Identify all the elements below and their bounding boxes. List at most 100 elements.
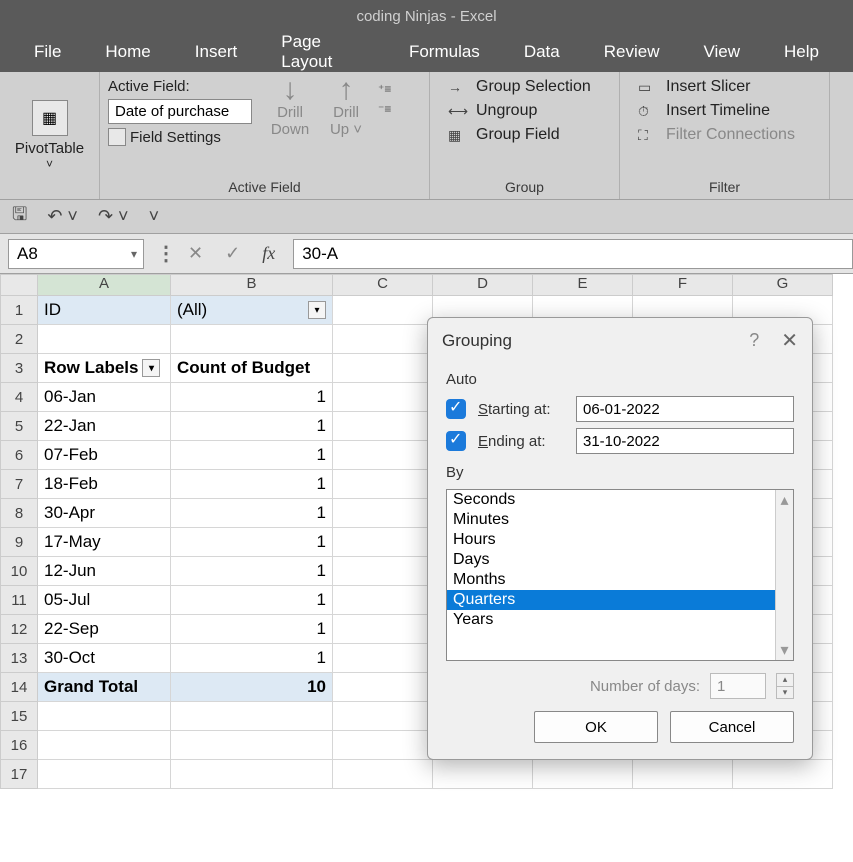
chevron-down-icon[interactable]: ▾ <box>131 247 137 261</box>
menu-view[interactable]: View <box>681 34 762 70</box>
row-header[interactable]: 11 <box>0 586 38 615</box>
redo-icon[interactable]: ↷ ˅ <box>98 206 129 227</box>
group-selection-button[interactable]: → Group Selection <box>448 78 591 96</box>
cell[interactable] <box>333 325 433 354</box>
cell[interactable]: 1 <box>171 557 333 586</box>
by-option[interactable]: Months <box>447 570 793 590</box>
insert-timeline-button[interactable]: ⏱ Insert Timeline <box>638 102 795 120</box>
close-icon[interactable]: ✕ <box>781 328 798 353</box>
save-icon[interactable]: 🖫 <box>12 202 27 232</box>
cell[interactable]: 30-Apr <box>38 499 171 528</box>
cell[interactable] <box>333 470 433 499</box>
cell[interactable]: 1 <box>171 644 333 673</box>
help-icon[interactable]: ? <box>749 330 759 351</box>
cell[interactable]: Grand Total <box>38 673 171 702</box>
cell[interactable] <box>733 760 833 789</box>
cell[interactable]: 30-Oct <box>38 644 171 673</box>
menu-home[interactable]: Home <box>83 34 172 70</box>
cell[interactable] <box>171 760 333 789</box>
row-header[interactable]: 7 <box>0 470 38 499</box>
field-settings-button[interactable]: Field Settings <box>108 128 252 146</box>
cell[interactable] <box>333 586 433 615</box>
cell[interactable]: 06-Jan <box>38 383 171 412</box>
cell[interactable] <box>333 702 433 731</box>
cell[interactable] <box>38 325 171 354</box>
cell[interactable] <box>171 702 333 731</box>
row-header[interactable]: 1 <box>0 296 38 325</box>
col-header-b[interactable]: B <box>171 274 333 296</box>
starting-at-checkbox[interactable] <box>446 399 466 419</box>
cell[interactable]: 22-Jan <box>38 412 171 441</box>
customize-qat-icon[interactable]: ˅ <box>149 206 160 227</box>
starting-at-input[interactable] <box>576 396 794 422</box>
cell[interactable] <box>171 731 333 760</box>
cell[interactable] <box>333 615 433 644</box>
cell[interactable] <box>333 441 433 470</box>
scroll-up-icon[interactable]: ▴ <box>780 490 788 510</box>
cell[interactable] <box>333 673 433 702</box>
group-field-button[interactable]: ▦ Group Field <box>448 126 591 144</box>
col-header-e[interactable]: E <box>533 274 633 296</box>
cell[interactable] <box>38 702 171 731</box>
name-box[interactable]: A8 ▾ <box>8 239 144 269</box>
cell[interactable]: 1 <box>171 383 333 412</box>
drill-down-button[interactable]: ↓ DrillDown <box>262 76 318 138</box>
expand-collapse-buttons[interactable]: ⁺≡ ⁻≡ <box>374 76 391 116</box>
col-header-f[interactable]: F <box>633 274 733 296</box>
ending-at-checkbox[interactable] <box>446 431 466 451</box>
cell[interactable]: 1 <box>171 499 333 528</box>
cell[interactable]: 1 <box>171 528 333 557</box>
undo-icon[interactable]: ↶ ˅ <box>47 206 78 227</box>
cell[interactable]: 17-May <box>38 528 171 557</box>
col-header-a[interactable]: A <box>38 274 171 296</box>
filter-dropdown-icon[interactable]: ▾ <box>308 301 326 319</box>
cell[interactable]: ID <box>38 296 171 325</box>
active-field-input[interactable] <box>108 99 252 124</box>
cell[interactable] <box>171 325 333 354</box>
row-header[interactable]: 10 <box>0 557 38 586</box>
row-header[interactable]: 12 <box>0 615 38 644</box>
row-header[interactable]: 14 <box>0 673 38 702</box>
cell[interactable] <box>333 760 433 789</box>
cell[interactable]: Count of Budget <box>171 354 333 383</box>
by-option[interactable]: Quarters <box>447 590 793 610</box>
row-header[interactable]: 9 <box>0 528 38 557</box>
cell[interactable] <box>533 760 633 789</box>
cell[interactable]: 18-Feb <box>38 470 171 499</box>
cell[interactable] <box>633 760 733 789</box>
scroll-down-icon[interactable]: ▾ <box>780 640 788 660</box>
cell[interactable] <box>333 383 433 412</box>
by-option[interactable]: Minutes <box>447 510 793 530</box>
cell[interactable]: 05-Jul <box>38 586 171 615</box>
cell[interactable] <box>38 731 171 760</box>
row-header[interactable]: 8 <box>0 499 38 528</box>
row-header[interactable]: 6 <box>0 441 38 470</box>
row-header[interactable]: 17 <box>0 760 38 789</box>
cell[interactable] <box>433 760 533 789</box>
cell[interactable]: 22-Sep <box>38 615 171 644</box>
cancel-formula-icon[interactable]: ✕ <box>188 243 203 264</box>
col-header-g[interactable]: G <box>733 274 833 296</box>
cell[interactable] <box>333 528 433 557</box>
filter-connections-button[interactable]: ⛶ Filter Connections <box>638 126 795 144</box>
resize-handle[interactable]: ⋮ <box>156 241 176 266</box>
cell[interactable]: 10 <box>171 673 333 702</box>
cell[interactable] <box>333 296 433 325</box>
cell[interactable] <box>333 644 433 673</box>
ending-at-input[interactable] <box>576 428 794 454</box>
cell[interactable]: Row Labels▾ <box>38 354 171 383</box>
row-header[interactable]: 4 <box>0 383 38 412</box>
by-option[interactable]: Seconds <box>447 490 793 510</box>
row-header[interactable]: 15 <box>0 702 38 731</box>
by-option[interactable]: Years <box>447 610 793 630</box>
row-header[interactable]: 3 <box>0 354 38 383</box>
drill-up-button[interactable]: ↑ DrillUp ˅ <box>318 76 374 138</box>
cell[interactable]: 1 <box>171 441 333 470</box>
row-header[interactable]: 2 <box>0 325 38 354</box>
cell[interactable] <box>333 354 433 383</box>
ok-button[interactable]: OK <box>534 711 658 743</box>
row-header[interactable]: 5 <box>0 412 38 441</box>
by-option[interactable]: Hours <box>447 530 793 550</box>
cell[interactable]: 12-Jun <box>38 557 171 586</box>
scrollbar[interactable]: ▴▾ <box>775 490 793 660</box>
